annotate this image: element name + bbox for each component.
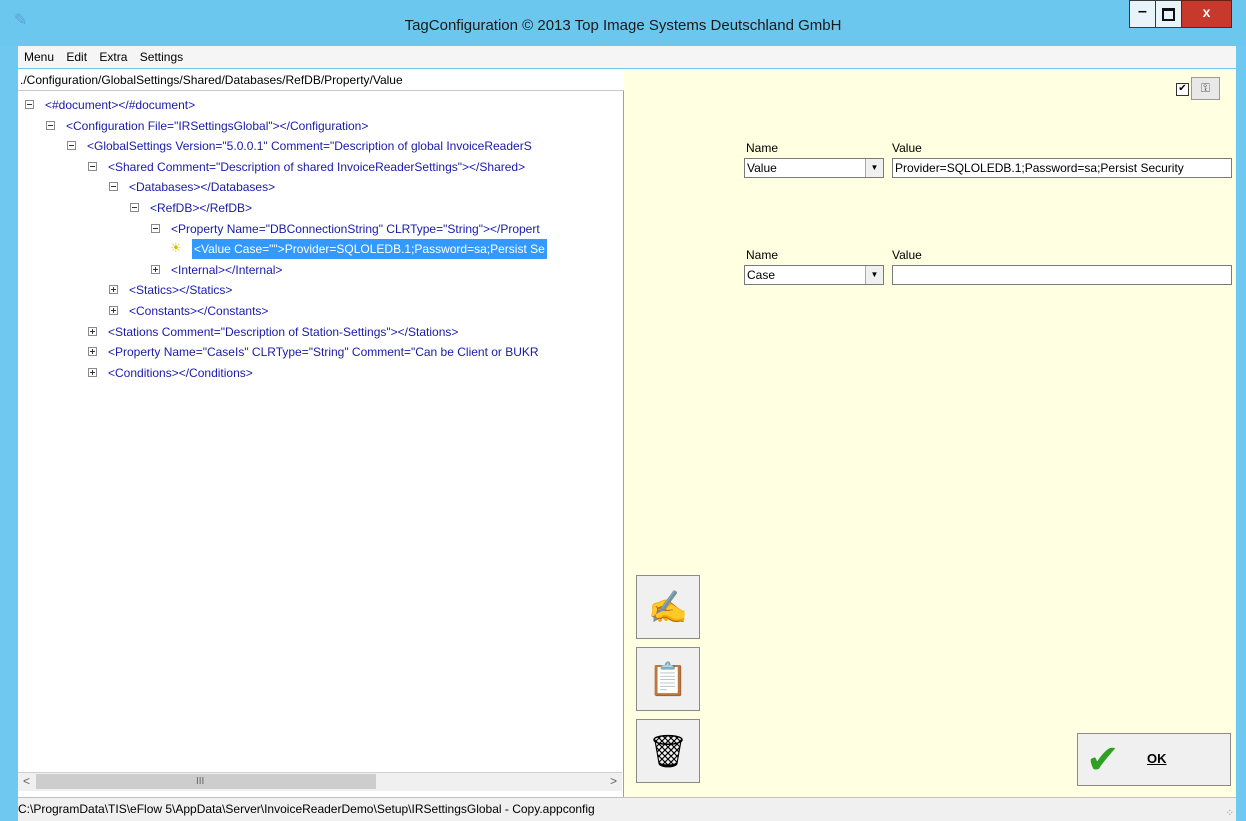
scroll-left-arrow[interactable]: < — [18, 773, 35, 790]
horizontal-scrollbar[interactable]: < III > — [18, 772, 622, 791]
attr2-name-select[interactable]: Case ▼ — [744, 265, 884, 285]
edit-button[interactable]: ✍ — [636, 575, 700, 639]
status-bar: C:\ProgramData\TIS\eFlow 5\AppData\Serve… — [18, 797, 1236, 821]
expand-icon[interactable] — [88, 347, 97, 357]
tree-node[interactable]: <Conditions></Conditions> — [18, 363, 622, 383]
menu-bar: Menu Edit Extra Settings — [18, 46, 1236, 68]
attr2-name-value: Case — [747, 268, 776, 282]
scroll-grip-icon: III — [196, 776, 205, 787]
tree-node[interactable]: <RefDB></RefDB> — [18, 198, 622, 218]
attr2-value-field[interactable] — [892, 265, 1232, 285]
close-button[interactable]: x — [1181, 0, 1232, 28]
collapse-icon[interactable] — [88, 161, 97, 171]
attr2-name-label: Name — [746, 248, 779, 262]
resize-grip-icon[interactable]: ⁘ — [1226, 808, 1234, 819]
menu-edit[interactable]: Edit — [63, 46, 90, 68]
attribute-panel: ✔ ⚿ Name Value Value ▼ Provider=SQLOLEDB… — [624, 69, 1236, 797]
tree-node-label: <RefDB></RefDB> — [150, 201, 253, 215]
xml-tree: <#document></#document> <Configuration Fi… — [18, 92, 622, 770]
app-window: ✎ TagConfiguration © 2013 Top Image Syst… — [0, 0, 1246, 821]
expand-icon[interactable] — [109, 285, 118, 295]
tree-node-label: <Databases></Databases> — [129, 180, 276, 195]
tree-node-label: <Value Case="">Provider=SQLOLEDB.1;Passw… — [192, 239, 547, 260]
tree-node[interactable]: <Property Name="CaseIs" CLRType="String"… — [18, 342, 622, 362]
attr1-name-value: Value — [747, 161, 777, 175]
collapse-icon[interactable] — [46, 120, 55, 130]
tree-node[interactable]: ☀ <Value Case="">Provider=SQLOLEDB.1;Pass… — [18, 239, 622, 260]
tree-node-label: <#document></#document> — [45, 98, 196, 112]
ok-button[interactable]: ✔ OK — [1077, 733, 1231, 786]
tree-node[interactable]: <GlobalSettings Version="5.0.0.1" Commen… — [18, 136, 622, 156]
edit-document-icon: ✍ — [648, 589, 688, 625]
expand-icon[interactable] — [151, 264, 160, 274]
tree-node-label: <Statics></Statics> — [129, 283, 233, 298]
collapse-icon[interactable] — [109, 182, 118, 192]
tree-node[interactable]: <Databases></Databases> — [18, 177, 622, 197]
tree-node-label: <Internal></Internal> — [171, 262, 283, 277]
tree-node[interactable]: <Property Name="DBConnectionString" CLRT… — [18, 219, 622, 239]
collapse-icon[interactable] — [130, 203, 139, 212]
ok-label: OK — [1147, 751, 1167, 766]
menu-settings[interactable]: Settings — [137, 46, 186, 68]
tree-node[interactable]: <Internal></Internal> — [18, 260, 622, 280]
chevron-down-icon[interactable]: ▼ — [865, 266, 883, 284]
expand-icon[interactable] — [88, 367, 97, 377]
tree-panel: ./Configuration/GlobalSettings/Shared/Da… — [18, 69, 624, 797]
attr2-value-label: Value — [892, 248, 922, 262]
tree-node-label: <Conditions></Conditions> — [108, 365, 253, 380]
window-title: TagConfiguration © 2013 Top Image System… — [404, 17, 842, 34]
attr1-name-select[interactable]: Value ▼ — [744, 158, 884, 178]
tree-node[interactable]: <Statics></Statics> — [18, 280, 622, 300]
collapse-icon[interactable] — [67, 141, 76, 151]
tree-node-label: <Configuration File="IRSettingsGlobal"><… — [66, 118, 369, 133]
tree-node[interactable]: <Configuration File="IRSettingsGlobal"><… — [18, 116, 622, 136]
lightbulb-icon: ☀ — [170, 240, 182, 256]
tree-node[interactable]: <Shared Comment="Description of shared I… — [18, 157, 622, 177]
option-checkbox[interactable]: ✔ — [1176, 83, 1189, 96]
recycle-bin-icon: 🗑 — [647, 733, 689, 769]
maximize-button[interactable] — [1155, 0, 1182, 28]
scroll-right-arrow[interactable]: > — [605, 773, 622, 790]
tree-node-label: <Property Name="DBConnectionString" CLRT… — [171, 221, 540, 236]
collapse-icon[interactable] — [151, 223, 160, 233]
clipboard-icon: 📋 — [648, 661, 688, 697]
attr1-name-label: Name — [746, 141, 779, 155]
tree-node-label: <Property Name="CaseIs" CLRType="String"… — [108, 345, 539, 360]
expand-icon[interactable] — [88, 326, 97, 336]
maximize-icon — [1162, 8, 1175, 21]
expand-icon[interactable] — [109, 306, 118, 315]
key-icon: ⚿ — [1200, 81, 1211, 95]
tree-node[interactable]: <Constants></Constants> — [18, 301, 622, 321]
tree-node-label: <Stations Comment="Description of Statio… — [108, 324, 459, 339]
minimize-button[interactable]: – — [1129, 0, 1156, 28]
chevron-down-icon[interactable]: ▼ — [865, 159, 883, 177]
tree-node-label: <Shared Comment="Description of shared I… — [108, 159, 526, 174]
paste-button[interactable]: 📋 — [636, 647, 700, 711]
title-bar: ✎ TagConfiguration © 2013 Top Image Syst… — [0, 0, 1246, 46]
attr1-value-field[interactable]: Provider=SQLOLEDB.1;Password=sa;Persist … — [892, 158, 1232, 178]
xpath-display: ./Configuration/GlobalSettings/Shared/Da… — [18, 69, 624, 91]
menu-menu[interactable]: Menu — [21, 46, 57, 68]
tree-node[interactable]: <Stations Comment="Description of Statio… — [18, 322, 622, 342]
delete-button[interactable]: 🗑 — [636, 719, 700, 783]
tree-node-label: <GlobalSettings Version="5.0.0.1" Commen… — [87, 139, 532, 154]
key-button[interactable]: ⚿ — [1191, 77, 1220, 100]
menu-extra[interactable]: Extra — [96, 46, 130, 68]
tree-node-label: <Constants></Constants> — [129, 304, 269, 318]
checkmark-icon: ✔ — [1086, 738, 1120, 782]
collapse-icon[interactable] — [25, 100, 34, 109]
attr1-value-label: Value — [892, 141, 922, 155]
tree-node[interactable]: <#document></#document> — [18, 95, 622, 115]
status-file-path: C:\ProgramData\TIS\eFlow 5\AppData\Serve… — [18, 802, 595, 816]
scroll-thumb[interactable]: III — [36, 774, 376, 789]
